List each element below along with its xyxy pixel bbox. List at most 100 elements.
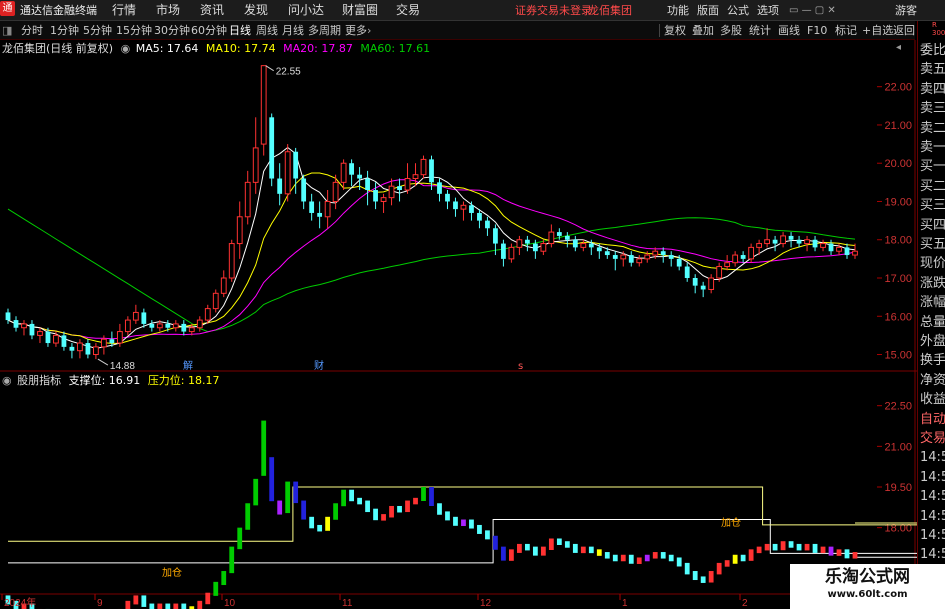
side-panel-item[interactable]: 委比 — [920, 41, 945, 60]
sub-y-tick-label: 21.00 — [884, 441, 912, 453]
side-panel-item[interactable]: 换手 — [920, 351, 945, 370]
side-panel-item[interactable]: 买三 — [920, 196, 945, 215]
tab-period-60min[interactable]: 60分钟 — [191, 23, 227, 38]
event-marker-s: s — [518, 361, 523, 372]
indicator-block — [245, 503, 251, 530]
side-panel-item[interactable]: 14:56 — [920, 487, 945, 506]
window-buttons[interactable]: ▭ — ▢ ✕ — [789, 2, 836, 19]
login-warning[interactable]: 证券交易未登录 — [515, 2, 592, 19]
panel-arrow-icon[interactable]: ◂ — [896, 41, 901, 55]
indicator-block — [612, 554, 618, 562]
menu-item-discover[interactable]: 发现 — [244, 2, 268, 19]
side-panel-item[interactable]: 交易 — [920, 429, 945, 448]
indicator-block — [556, 538, 562, 545]
menu-item-options[interactable]: 选项 — [757, 2, 779, 19]
side-panel-item[interactable]: 买一 — [920, 157, 945, 176]
candle-body — [700, 285, 706, 290]
tab-period-30min[interactable]: 30分钟 — [154, 23, 190, 38]
menu-item-ask[interactable]: 问小达 — [288, 2, 324, 19]
tab-period-monthly[interactable]: 月线 — [282, 23, 304, 38]
settings-circle-icon[interactable]: ◉ — [121, 42, 131, 55]
candle-body — [124, 319, 131, 333]
indicator-block — [133, 595, 139, 605]
menu-item-market[interactable]: 市场 — [156, 2, 180, 19]
side-panel-item[interactable]: 卖四 — [920, 80, 945, 99]
side-panel-item[interactable]: 卖五 — [920, 60, 945, 79]
side-panel-item[interactable]: 14:56 — [920, 545, 945, 564]
side-panel-item[interactable]: 卖三 — [920, 99, 945, 118]
side-panel-item[interactable]: 14:56 — [920, 448, 945, 467]
side-panel-item[interactable]: 买五 — [920, 235, 945, 254]
menu-item-news[interactable]: 资讯 — [200, 2, 224, 19]
indicator-block — [524, 543, 530, 551]
candle-body — [788, 235, 794, 240]
tab-period-5min[interactable]: 5分钟 — [83, 23, 112, 38]
toolbar-adjust-button[interactable]: 复权 — [664, 23, 686, 38]
toolbar-add-watch-button[interactable]: +自选 — [862, 23, 893, 38]
menu-item-trade[interactable]: 交易 — [396, 2, 420, 19]
more-chevron-icon[interactable]: › — [367, 23, 371, 38]
pressure-line — [8, 486, 945, 542]
indicator-block — [493, 535, 498, 550]
indicator-block — [301, 500, 307, 520]
candle-body — [85, 343, 91, 355]
indicator-block — [261, 420, 267, 476]
kline-chart[interactable]: 15.00 16.00 17.00 18.00 19.00 20.00 21.00 22.00… — [0, 0, 945, 609]
indicator-block — [365, 500, 370, 513]
toolbar-draw-button[interactable]: 画线 — [778, 23, 800, 38]
tab-period-weekly[interactable]: 周线 — [256, 23, 278, 38]
menu-item-function[interactable]: 功能 — [667, 2, 689, 19]
toolbar-back-button[interactable]: 返回 — [893, 23, 915, 38]
indicator-settings-icon[interactable]: ◉ — [2, 374, 12, 387]
candle-body — [469, 205, 474, 213]
side-panel-item[interactable]: 自动 — [920, 410, 945, 429]
menu-item-layout[interactable]: 版面 — [697, 2, 719, 19]
candle-body — [580, 243, 587, 248]
menu-item-wealth[interactable]: 财富圈 — [342, 2, 378, 19]
side-panel-item[interactable]: 外盘 — [920, 332, 945, 351]
candle-body — [453, 201, 458, 210]
candle-body — [5, 312, 11, 321]
candle-body — [604, 251, 610, 256]
side-panel-item[interactable]: 现价 — [920, 254, 945, 273]
indicator-block — [501, 546, 506, 561]
candle-body — [820, 243, 826, 248]
side-panel-item[interactable]: 净资 — [920, 371, 945, 390]
tab-period-intraday[interactable]: 分时 — [21, 23, 43, 38]
menu-item-formula[interactable]: 公式 — [727, 2, 749, 19]
side-panel-item[interactable]: 买四 — [920, 216, 945, 235]
indicator-block — [676, 557, 682, 567]
tab-period-daily[interactable]: 日线 — [229, 23, 251, 38]
indicator-block — [628, 554, 634, 564]
toolbar-stats-button[interactable]: 统计 — [749, 23, 771, 38]
toolbar-mark-button[interactable]: 标记 — [835, 23, 857, 38]
tab-period-multi[interactable]: 多周期 — [308, 23, 341, 38]
side-panel-item[interactable]: 14:56 — [920, 507, 945, 526]
side-panel-item[interactable]: 买二 — [920, 177, 945, 196]
candle-body — [740, 255, 746, 259]
side-panel-item[interactable]: 涨幅 — [920, 293, 945, 312]
low-annotation: 14.88 — [110, 361, 135, 372]
indicator-block — [596, 549, 602, 556]
tab-period-15min[interactable]: 15分钟 — [116, 23, 152, 38]
tab-period-1min[interactable]: 1分钟 — [50, 23, 79, 38]
side-panel-item[interactable]: 总量 — [920, 313, 945, 332]
candle-body — [540, 243, 547, 252]
indicator-block — [421, 487, 426, 501]
menu-item-quotes[interactable]: 行情 — [112, 2, 136, 19]
indicator-block — [652, 552, 658, 559]
side-panel-item[interactable]: 收益 — [920, 390, 945, 409]
candle-body — [293, 151, 299, 179]
side-panel-item[interactable]: 卖一 — [920, 138, 945, 157]
toolbar-multistock-button[interactable]: 多股 — [720, 23, 742, 38]
toolbar-f10-button[interactable]: F10 — [807, 23, 827, 38]
high-pointer — [265, 65, 274, 72]
tab-period-more[interactable]: 更多 — [345, 23, 367, 38]
side-panel-item[interactable]: 14:56 — [920, 468, 945, 487]
toolbar-overlay-button[interactable]: 叠加 — [692, 23, 714, 38]
side-panel-item[interactable]: 卖二 — [920, 119, 945, 138]
candle-body — [628, 255, 634, 263]
side-panel-item[interactable]: 14:56 — [920, 526, 945, 545]
side-panel-item[interactable]: 涨跌 — [920, 274, 945, 293]
guest-label[interactable]: 游客 — [895, 2, 917, 19]
